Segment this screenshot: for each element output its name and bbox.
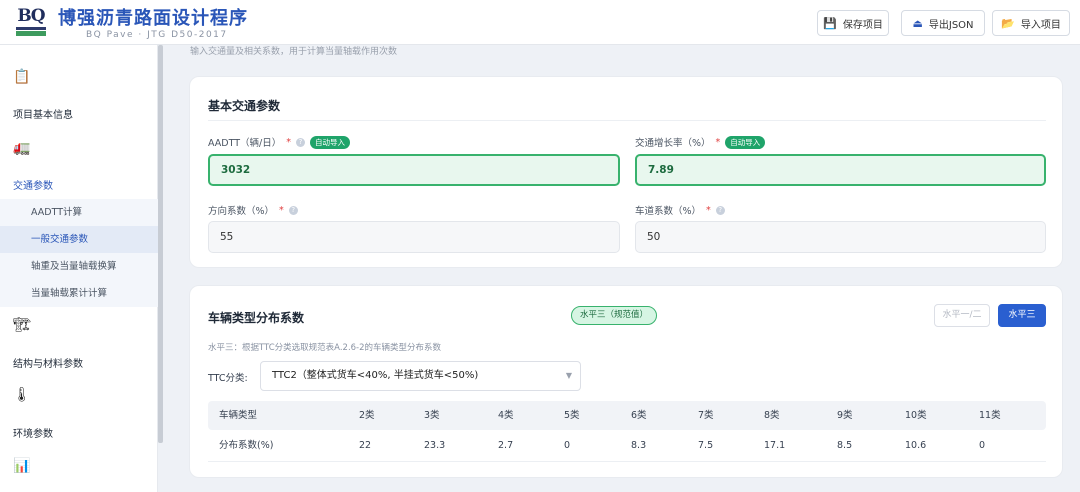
auto-import-badge: 自动导入 [725,135,766,149]
table-header-cell: 4类 [498,410,514,421]
table-header-cell: 3类 [424,410,440,421]
table-header-cell: 11类 [979,410,1001,421]
distribution-table: 车辆类型 2类 3类 4类 5类 6类 7类 8类 9类 10类 11类 分布系… [208,401,1046,462]
table-row-label: 分布系数(%) [219,440,274,451]
app-logo: BQ [14,6,48,38]
lane-factor-field-label: 车道系数（%） * ? [635,203,725,217]
direction-factor-label-text: 方向系数（%） [208,206,275,217]
vehicle-distribution-title: 车辆类型分布系数 [208,311,305,325]
level-description: 水平三：根据TTC分类选取规范表A.2.6-2的车辆类型分布系数 [208,343,442,353]
lane-factor-label-text: 车道系数（%） [635,206,702,217]
table-cell: 17.1 [764,440,786,451]
table-header: 车辆类型 2类 3类 4类 5类 6类 7类 8类 9类 10类 11类 [208,401,1046,430]
direction-factor-input[interactable]: 55 [208,221,620,253]
table-cell: 7.5 [698,440,714,451]
app-header: BQ 博强沥青路面设计程序 BQ Pave · JTG D50-2017 💾 保… [0,0,1080,45]
table-cell: 8.5 [837,440,853,451]
table-header-cell: 7类 [698,410,714,421]
sidebar-item-project-info[interactable]: 项目基本信息 [13,106,73,121]
basic-traffic-title: 基本交通参数 [208,99,281,113]
growth-rate-label-text: 交通增长率（%） [635,138,711,149]
chevron-down-icon: ▼ [565,371,572,380]
help-icon[interactable]: ? [295,137,305,147]
table-cell: 2.7 [498,440,514,451]
aadtt-input[interactable]: 3032 [208,154,620,186]
level-1-2-button[interactable]: 水平一/二 [934,304,990,327]
auto-import-badge: 自动导入 [309,135,350,149]
table-header-cell: 5类 [564,410,580,421]
table-cell: 10.6 [905,440,927,451]
table-cell: 8.3 [631,440,647,451]
save-project-label: 保存项目 [842,19,883,31]
export-icon: ⏏ [912,16,923,30]
app-subtitle: BQ Pave · JTG D50-2017 [86,30,228,40]
truck-icon: 🚛 [13,140,31,156]
page-hint: 输入交通量及相关系数，用于计算当量轴载作用次数 [190,47,398,57]
growth-rate-input[interactable]: 7.89 [635,154,1046,186]
table-header-cell: 9类 [837,410,853,421]
direction-factor-field-label: 方向系数（%） * ? [208,203,298,217]
table-cell: 0 [979,440,986,451]
card-divider [208,120,1046,121]
thermometer-icon: 🌡 [13,387,31,403]
layers-icon: 🏗 [13,317,31,333]
table-cell: 0 [564,440,571,451]
folder-icon: 📂 [1001,16,1015,30]
ttc-selected-value: TTC2（整体式货车<40%, 半挂式货车<50%) [272,370,479,381]
app-title: 博强沥青路面设计程序 [58,8,248,29]
level-badge: 水平三（规范值） [571,306,658,325]
sidebar-subitem-aadtt[interactable]: AADTT计算 [0,199,158,226]
clipboard-icon: 📋 [13,69,31,85]
logo-bar-dark [16,27,46,30]
required-mark: * [279,204,284,216]
table-header-cell: 车辆类型 [219,410,258,421]
export-json-button[interactable]: ⏏ 导出JSON [901,10,985,36]
required-mark: * [706,204,711,216]
vehicle-distribution-card: 车辆类型分布系数 水平三（规范值） 水平一/二 水平三 水平三：根据TTC分类选… [189,285,1063,478]
sidebar-item-structure[interactable]: 结构与材料参数 [13,355,83,370]
export-json-label: 导出JSON [928,19,974,31]
table-header-cell: 6类 [631,410,647,421]
basic-traffic-card: 基本交通参数 AADTT（辆/日） * ? 自动导入 3032 交通增长率（%）… [189,76,1063,268]
table-cell: 22 [359,440,372,451]
sidebar-subitem-cumulative-axle[interactable]: 当量轴载累计计算 [0,280,158,307]
sidebar-item-environment[interactable]: 环境参数 [13,425,53,440]
table-header-cell: 10类 [905,410,927,421]
chart-icon[interactable]: 📊 [13,458,30,474]
sidebar-item-traffic[interactable]: 交通参数 [13,177,53,192]
table-row: 分布系数(%) 22 23.3 2.7 0 8.3 7.5 17.1 8.5 1… [208,430,1046,462]
table-cell: 23.3 [424,440,446,451]
required-mark: * [715,136,721,148]
ttc-label: TTC分类: [208,373,248,384]
level-3-button[interactable]: 水平三 [998,304,1046,327]
table-header-cell: 8类 [764,410,780,421]
growth-rate-field-label: 交通增长率（%） * 自动导入 [635,135,766,149]
help-icon[interactable]: ? [715,205,725,215]
sidebar: 📋 项目基本信息 🚛 交通参数 AADTT计算 一般交通参数 轴重及当量轴载换算… [0,45,158,492]
sidebar-scrollbar[interactable] [158,45,163,443]
aadtt-field-label: AADTT（辆/日） * ? 自动导入 [208,135,350,149]
help-icon[interactable]: ? [288,205,298,215]
ttc-select[interactable]: TTC2（整体式货车<40%, 半挂式货车<50%) ▼ [260,361,581,391]
import-project-button[interactable]: 📂 导入项目 [992,10,1070,36]
required-mark: * [286,136,291,148]
table-header-cell: 2类 [359,410,375,421]
lane-factor-input[interactable]: 50 [635,221,1046,253]
logo-bar-green [16,31,46,36]
aadtt-label-text: AADTT（辆/日） [208,138,282,149]
logo-text: BQ [17,6,45,26]
import-project-label: 导入项目 [1020,19,1061,31]
save-project-button[interactable]: 💾 保存项目 [817,10,889,36]
save-icon: 💾 [823,16,837,30]
sidebar-subitem-general-traffic[interactable]: 一般交通参数 [0,226,158,253]
sidebar-subitem-axle-conversion[interactable]: 轴重及当量轴载换算 [0,253,158,280]
